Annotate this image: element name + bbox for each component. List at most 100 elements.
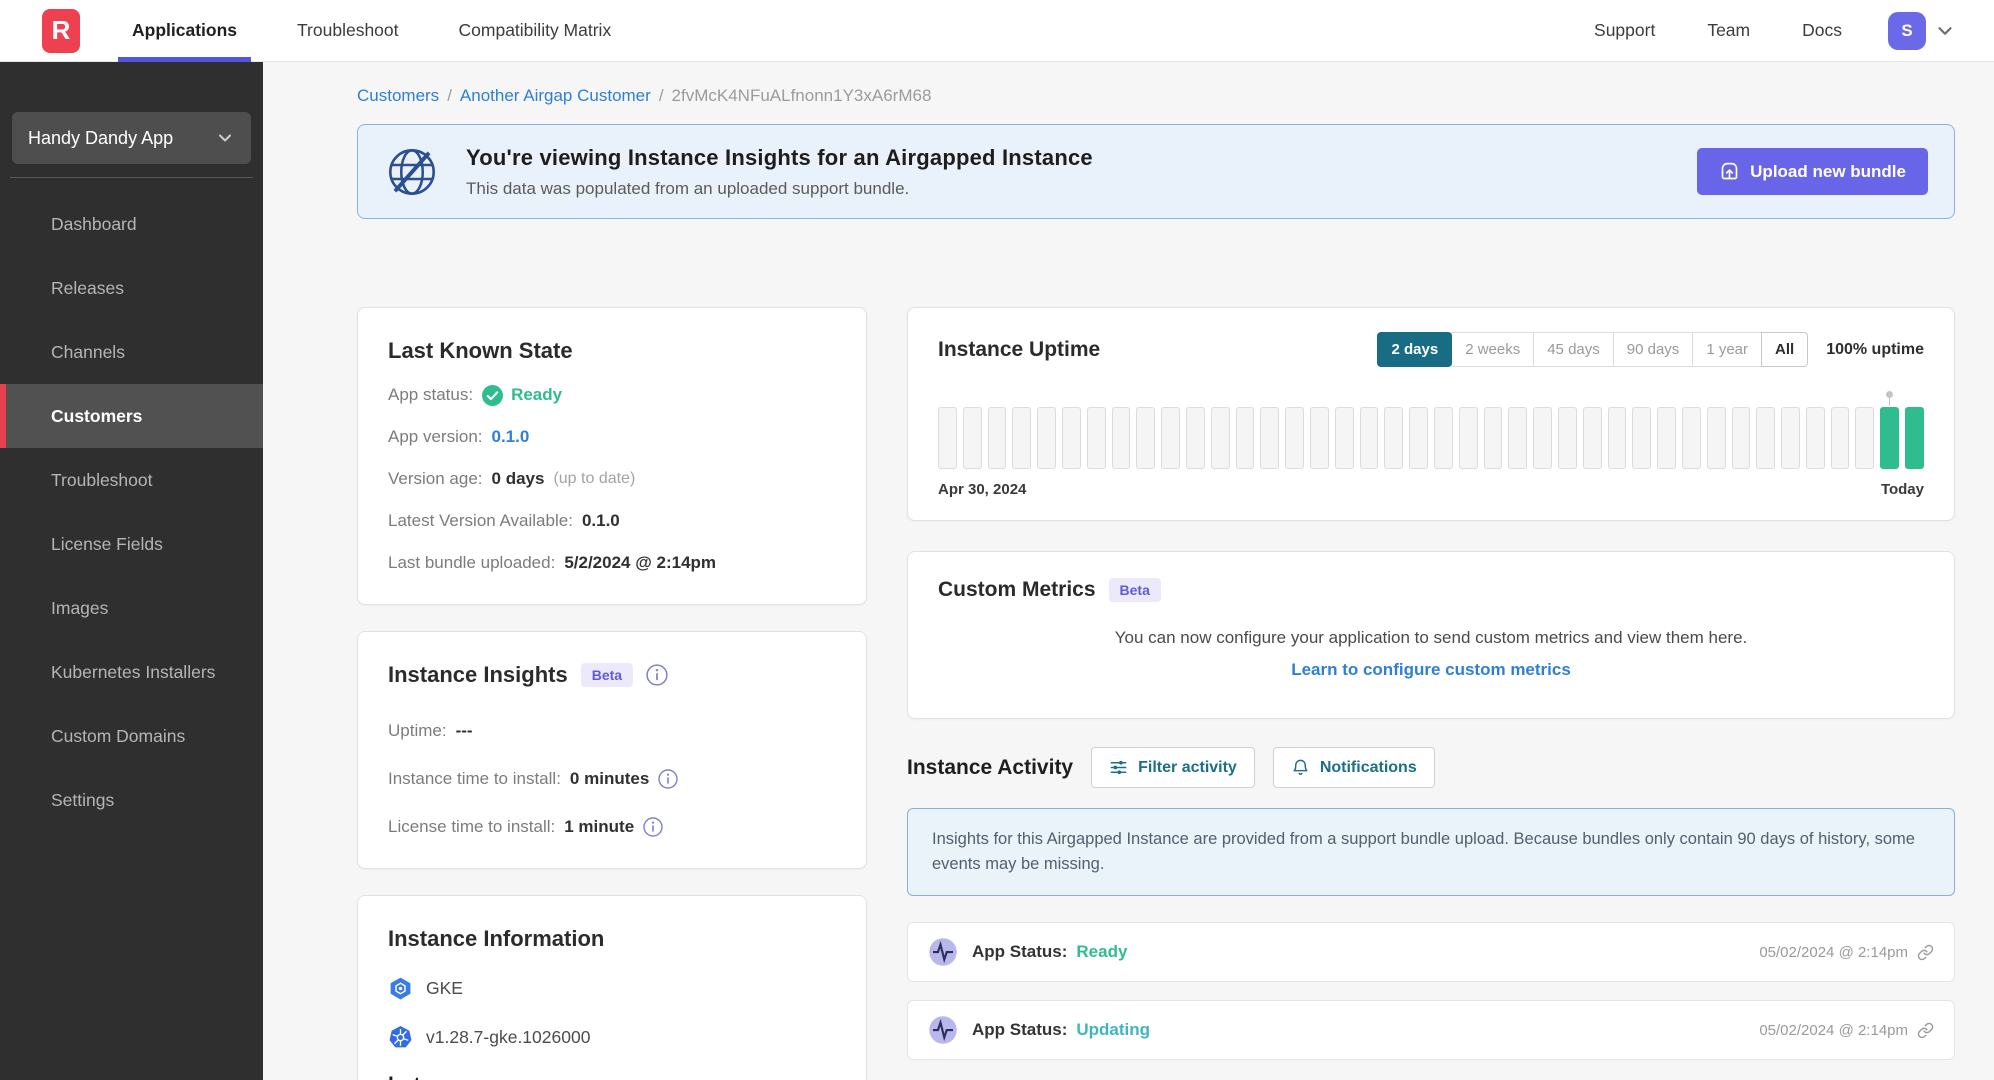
- nav-item-compatibility-matrix[interactable]: Compatibility Matrix: [445, 0, 626, 62]
- uptime-bar-empty[interactable]: [1309, 407, 1329, 469]
- uptime-bar-empty[interactable]: [1111, 407, 1131, 469]
- uptime-bar-empty[interactable]: [1409, 407, 1428, 469]
- nav-item-team[interactable]: Team: [1701, 20, 1756, 41]
- upload-new-bundle-button[interactable]: Upload new bundle: [1697, 148, 1928, 195]
- activity-row-label: App Status:: [972, 942, 1068, 961]
- link-icon[interactable]: [1917, 944, 1934, 961]
- banner-title: You're viewing Instance Insights for an …: [466, 144, 1093, 170]
- sidebar-item-releases[interactable]: Releases: [0, 256, 263, 320]
- nav-item-support[interactable]: Support: [1588, 20, 1661, 41]
- card-title: Instance Insights: [388, 662, 568, 687]
- sidebar-item-customers[interactable]: Customers: [0, 384, 263, 448]
- sidebar-item-custom-domains[interactable]: Custom Domains: [0, 704, 263, 768]
- instance-activity-heading: Instance Activity: [907, 755, 1074, 779]
- sidebar-item-settings[interactable]: Settings: [0, 768, 263, 832]
- uptime-bar-empty[interactable]: [1855, 407, 1875, 469]
- uptime-bar-empty[interactable]: [1731, 407, 1751, 469]
- sidebar-item-troubleshoot[interactable]: Troubleshoot: [0, 448, 263, 512]
- nav-item-applications[interactable]: Applications: [118, 0, 252, 62]
- uptime-bar-empty[interactable]: [1483, 407, 1503, 469]
- uptime-range-1-year[interactable]: 1 year: [1692, 332, 1763, 367]
- uptime-range-2-days[interactable]: 2 days: [1377, 332, 1453, 367]
- uptime-range-2-weeks[interactable]: 2 weeks: [1451, 332, 1535, 367]
- uptime-bar-empty[interactable]: [1433, 407, 1453, 469]
- configure-custom-metrics-link[interactable]: Learn to configure custom metrics: [938, 660, 1924, 680]
- info-icon[interactable]: [646, 664, 668, 686]
- uptime-bar-empty[interactable]: [1185, 407, 1205, 469]
- activity-notice: Insights for this Airgapped Instance are…: [907, 808, 1955, 896]
- uptime-bar-empty[interactable]: [1657, 407, 1676, 469]
- uptime-range-90-days[interactable]: 90 days: [1612, 332, 1694, 367]
- info-icon[interactable]: [643, 817, 663, 837]
- uptime-bar-empty[interactable]: [1632, 407, 1652, 469]
- app-window: R Applications Troubleshoot Compatibility …: [0, 0, 1994, 1080]
- uptime-bar-up[interactable]: [1880, 397, 1900, 469]
- uptime-range-45-days[interactable]: 45 days: [1533, 332, 1614, 367]
- info-icon[interactable]: [658, 769, 678, 789]
- uptime-bar-empty[interactable]: [1582, 407, 1602, 469]
- app-selector-dropdown[interactable]: Handy Dandy App: [12, 112, 251, 164]
- breadcrumb-link[interactable]: Customers: [357, 86, 439, 105]
- uptime-bar-empty[interactable]: [1334, 407, 1354, 469]
- notifications-button[interactable]: Notifications: [1272, 747, 1435, 788]
- uptime-bar-empty[interactable]: [987, 407, 1007, 469]
- uptime-bar-empty[interactable]: [1681, 407, 1701, 469]
- uptime-bar-empty[interactable]: [1781, 407, 1800, 469]
- link-icon[interactable]: [1917, 1022, 1934, 1039]
- uptime-bar-empty[interactable]: [1260, 407, 1280, 469]
- chevron-down-icon[interactable]: [1934, 20, 1956, 42]
- card-title: Instance Information: [388, 926, 605, 951]
- last-known-state-card: Last Known State App status: Ready App v…: [357, 307, 867, 605]
- uptime-bar-empty[interactable]: [1557, 407, 1577, 469]
- filter-activity-button[interactable]: Filter activity: [1091, 747, 1255, 788]
- sidebar-item-kubernetes-installers[interactable]: Kubernetes Installers: [0, 640, 263, 704]
- uptime-bar-empty[interactable]: [1210, 407, 1230, 469]
- main-content: Customers / Another Airgap Customer / 2fvMcK…: [263, 62, 1994, 1080]
- uptime-bar-empty[interactable]: [1756, 407, 1776, 469]
- uptime-bar-empty[interactable]: [1830, 407, 1850, 469]
- card-title: Custom Metrics: [938, 578, 1096, 601]
- time-to-install-row: Instance time to install: 0 minutes: [388, 768, 836, 790]
- sidebar-item-channels[interactable]: Channels: [0, 320, 263, 384]
- distribution-value: GKE: [426, 978, 463, 998]
- sidebar-item-dashboard[interactable]: Dashboard: [0, 192, 263, 256]
- uptime-summary: 100% uptime: [1826, 340, 1924, 358]
- avatar[interactable]: S: [1888, 11, 1926, 50]
- banner-subtitle: This data was populated from an uploaded…: [466, 178, 910, 198]
- uptime-bar-empty[interactable]: [1384, 407, 1404, 469]
- uptime-bar-empty[interactable]: [1508, 407, 1528, 469]
- uptime-bar-empty[interactable]: [1161, 407, 1180, 469]
- sidebar-item-images[interactable]: Images: [0, 576, 263, 640]
- uptime-bar-empty[interactable]: [1285, 407, 1304, 469]
- uptime-bar-empty[interactable]: [1061, 407, 1081, 469]
- uptime-bar-up[interactable]: [1905, 407, 1924, 469]
- replicated-logo[interactable]: R: [42, 8, 80, 53]
- uptime-bar-empty[interactable]: [1086, 407, 1106, 469]
- uptime-bar-empty[interactable]: [1533, 407, 1552, 469]
- kubernetes-icon: [388, 1025, 413, 1050]
- version-age-note: (up to date): [553, 470, 636, 487]
- uptime-bar-empty[interactable]: [1359, 407, 1379, 469]
- uptime-bar-empty[interactable]: [1706, 407, 1726, 469]
- uptime-range-all[interactable]: All: [1761, 332, 1809, 367]
- breadcrumb-link[interactable]: Another Airgap Customer: [460, 86, 651, 105]
- right-column: Instance Uptime 2 days 2 weeks 45 days 90 d…: [907, 307, 1955, 1060]
- activity-row: App Status: Updating 05/02/2024 @ 2:14pm: [907, 1000, 1955, 1060]
- uptime-bar-empty[interactable]: [938, 407, 957, 469]
- uptime-bar-empty[interactable]: [1136, 407, 1156, 469]
- uptime-bar-empty[interactable]: [1607, 407, 1627, 469]
- sidebar-item-license-fields[interactable]: License Fields: [0, 512, 263, 576]
- uptime-bar-empty[interactable]: [1235, 407, 1255, 469]
- uptime-bar-empty[interactable]: [962, 407, 982, 469]
- license-time-row: License time to install: 1 minute: [388, 816, 836, 838]
- kots-version-row: kots v1.103.3: [388, 1074, 836, 1080]
- uptime-bar-empty[interactable]: [1012, 407, 1032, 469]
- app-version-link[interactable]: 0.1.0: [492, 426, 530, 448]
- nav-item-docs[interactable]: Docs: [1796, 20, 1848, 41]
- uptime-bar-empty[interactable]: [1805, 407, 1825, 469]
- app-selector-label: Handy Dandy App: [28, 127, 174, 148]
- nav-item-troubleshoot[interactable]: Troubleshoot: [283, 0, 413, 62]
- uptime-bar-empty[interactable]: [1037, 407, 1056, 469]
- custom-metrics-card: Custom Metrics Beta You can now configur…: [907, 551, 1955, 719]
- uptime-bar-empty[interactable]: [1458, 407, 1478, 469]
